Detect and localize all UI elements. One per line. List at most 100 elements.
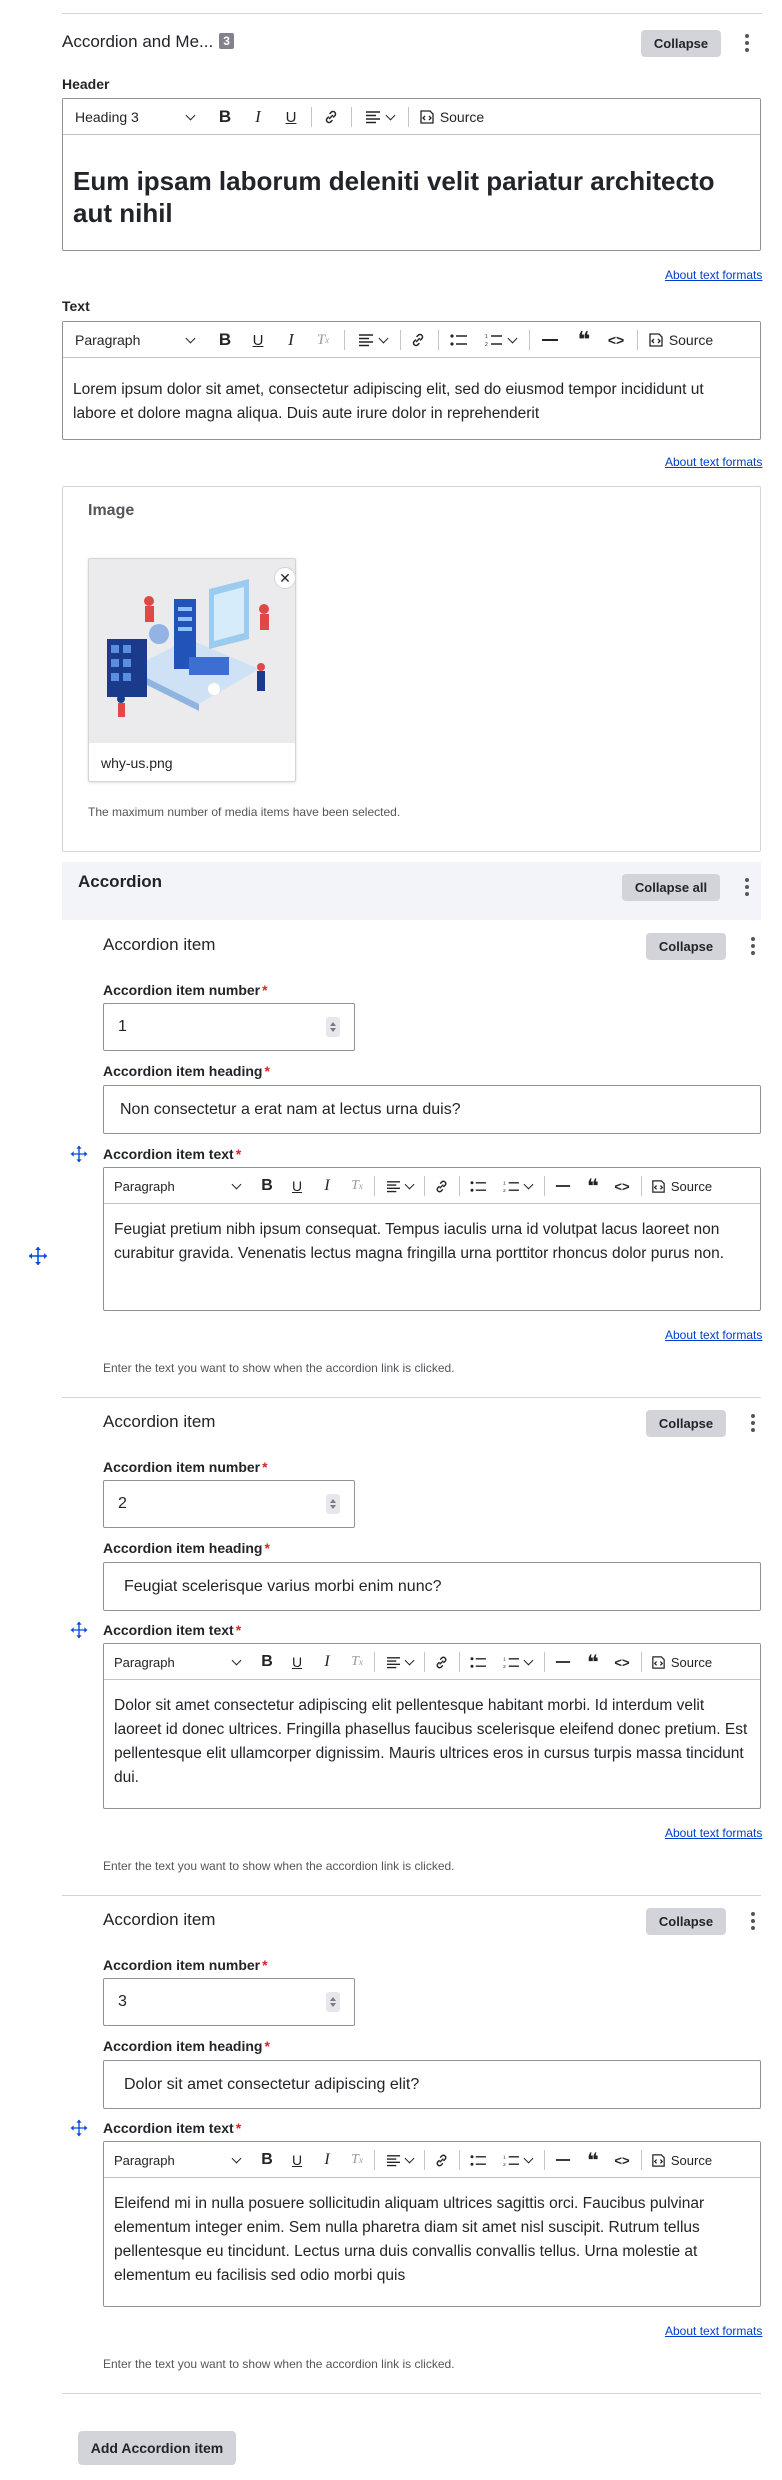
bold-icon[interactable]: B bbox=[213, 322, 237, 358]
item-heading-input[interactable]: Feugiat scelerisque varius morbi enim nu… bbox=[103, 1562, 761, 1611]
source-button[interactable]: Source bbox=[646, 1644, 716, 1680]
blockquote-icon[interactable]: ❝ bbox=[580, 1168, 606, 1204]
item-text-content[interactable]: Eleifend mi in nulla posuere sollicitudi… bbox=[104, 2192, 760, 2288]
item-text-content[interactable]: Dolor sit amet consectetur adipiscing el… bbox=[104, 1694, 760, 1790]
header-content[interactable]: Eum ipsam laborum deleniti velit pariatu… bbox=[63, 165, 760, 229]
format-dropdown[interactable]: Paragraph bbox=[114, 1644, 244, 1680]
remove-format-icon[interactable]: Tx bbox=[346, 1168, 368, 1204]
number-stepper-icon[interactable] bbox=[326, 1992, 340, 2012]
accordion-actions-icon[interactable] bbox=[740, 875, 754, 899]
bulleted-list-icon[interactable] bbox=[464, 2142, 492, 2178]
link-icon[interactable] bbox=[404, 322, 432, 358]
link-icon[interactable] bbox=[428, 1644, 454, 1680]
italic-icon[interactable]: I bbox=[316, 1168, 338, 1204]
horizontal-line-icon[interactable] bbox=[550, 1168, 576, 1204]
drag-handle-move-icon[interactable] bbox=[70, 1145, 88, 1163]
underline-icon[interactable]: U bbox=[286, 2142, 308, 2178]
accordion-item-collapse-button[interactable]: Collapse bbox=[646, 1410, 726, 1437]
blockquote-icon[interactable]: ❝ bbox=[580, 1644, 606, 1680]
code-icon[interactable]: <> bbox=[601, 322, 631, 358]
bold-icon[interactable]: B bbox=[256, 1168, 278, 1204]
add-accordion-item-button[interactable]: Add Accordion item bbox=[78, 2431, 236, 2465]
header-about-link[interactable]: About text formats bbox=[665, 268, 762, 282]
item-number-input[interactable]: 2 bbox=[103, 1480, 355, 1528]
bulleted-list-icon[interactable] bbox=[464, 1644, 492, 1680]
remove-format-icon[interactable]: Tx bbox=[346, 2142, 368, 2178]
numbered-list-icon[interactable]: 12 bbox=[496, 1168, 538, 1204]
number-stepper-icon[interactable] bbox=[326, 1494, 340, 1514]
link-icon[interactable] bbox=[317, 99, 345, 135]
source-button[interactable]: Source bbox=[646, 1168, 716, 1204]
block-title[interactable]: Accordion and Me... 3 bbox=[62, 32, 234, 52]
bold-icon[interactable]: B bbox=[256, 2142, 278, 2178]
item-number-input[interactable]: 3 bbox=[103, 1978, 355, 2026]
italic-icon[interactable]: I bbox=[316, 2142, 338, 2178]
bulleted-list-icon[interactable] bbox=[443, 322, 475, 358]
horizontal-line-icon[interactable] bbox=[535, 322, 565, 358]
block-actions-icon[interactable] bbox=[740, 31, 754, 55]
drag-handle-move-icon[interactable] bbox=[70, 1621, 88, 1639]
underline-icon[interactable]: U bbox=[286, 1644, 308, 1680]
item-text-content[interactable]: Feugiat pretium nibh ipsum consequat. Te… bbox=[104, 1218, 760, 1266]
blockquote-icon[interactable]: ❝ bbox=[580, 2142, 606, 2178]
collapse-all-button[interactable]: Collapse all bbox=[622, 874, 720, 901]
accordion-item-actions-icon[interactable] bbox=[746, 1411, 760, 1435]
italic-icon[interactable]: I bbox=[279, 322, 303, 358]
bold-icon[interactable]: B bbox=[256, 1644, 278, 1680]
italic-icon[interactable]: I bbox=[246, 99, 270, 135]
source-button[interactable]: Source bbox=[646, 2142, 716, 2178]
underline-icon[interactable]: U bbox=[279, 99, 303, 135]
underline-icon[interactable]: U bbox=[246, 322, 270, 358]
header-format-dropdown[interactable]: Heading 3 bbox=[75, 99, 200, 135]
item-number-input[interactable]: 1 bbox=[103, 1003, 355, 1051]
horizontal-line-icon[interactable] bbox=[550, 2142, 576, 2178]
underline-icon[interactable]: U bbox=[286, 1168, 308, 1204]
accordion-item-title[interactable]: Accordion item bbox=[103, 1412, 215, 1432]
number-stepper-icon[interactable] bbox=[326, 1017, 340, 1037]
accordion-item-collapse-button[interactable]: Collapse bbox=[646, 933, 726, 960]
code-icon[interactable]: <> bbox=[608, 1168, 636, 1204]
text-about-link[interactable]: About text formats bbox=[665, 455, 762, 469]
item-heading-input[interactable]: Dolor sit amet consectetur adipiscing el… bbox=[103, 2060, 761, 2109]
accordion-item-title[interactable]: Accordion item bbox=[103, 935, 215, 955]
blockquote-icon[interactable]: ❝ bbox=[569, 322, 599, 358]
italic-icon[interactable]: I bbox=[316, 1644, 338, 1680]
drag-handle-move-icon[interactable] bbox=[70, 2119, 88, 2137]
accordion-item-actions-icon[interactable] bbox=[746, 1909, 760, 1933]
accordion-item-actions-icon[interactable] bbox=[746, 934, 760, 958]
source-button[interactable]: Source bbox=[415, 99, 487, 135]
align-icon[interactable] bbox=[379, 1168, 419, 1204]
item-text-editor: Paragraph B U I Tx 12 ❝ <> Source Eleife… bbox=[103, 2141, 761, 2307]
code-icon[interactable]: <> bbox=[608, 2142, 636, 2178]
text-format-dropdown[interactable]: Paragraph bbox=[75, 322, 200, 358]
format-dropdown[interactable]: Paragraph bbox=[114, 1168, 244, 1204]
drag-handle-move-icon[interactable] bbox=[28, 1246, 48, 1266]
text-content[interactable]: Lorem ipsum dolor sit amet, consectetur … bbox=[63, 378, 760, 426]
format-dropdown[interactable]: Paragraph bbox=[114, 2142, 244, 2178]
item-about-link[interactable]: About text formats bbox=[665, 2324, 762, 2338]
item-heading-input[interactable]: Non consectetur a erat nam at lectus urn… bbox=[103, 1085, 761, 1134]
numbered-list-icon[interactable]: 12 bbox=[496, 2142, 538, 2178]
align-icon[interactable] bbox=[379, 1644, 419, 1680]
link-icon[interactable] bbox=[428, 2142, 454, 2178]
media-item[interactable]: ✕ why-us.png bbox=[88, 558, 296, 782]
numbered-list-icon[interactable]: 12 bbox=[496, 1644, 538, 1680]
block-collapse-button[interactable]: Collapse bbox=[641, 30, 721, 57]
source-button[interactable]: Source bbox=[643, 322, 717, 358]
bold-icon[interactable]: B bbox=[213, 99, 237, 135]
link-icon[interactable] bbox=[428, 1168, 454, 1204]
remove-format-icon[interactable]: Tx bbox=[311, 322, 335, 358]
align-icon[interactable] bbox=[350, 322, 394, 358]
item-about-link[interactable]: About text formats bbox=[665, 1328, 762, 1342]
remove-media-close-icon[interactable]: ✕ bbox=[274, 567, 296, 589]
align-icon[interactable] bbox=[379, 2142, 419, 2178]
numbered-list-icon[interactable]: 12 bbox=[477, 322, 523, 358]
item-about-link[interactable]: About text formats bbox=[665, 1826, 762, 1840]
horizontal-line-icon[interactable] bbox=[550, 1644, 576, 1680]
remove-format-icon[interactable]: Tx bbox=[346, 1644, 368, 1680]
accordion-item-title[interactable]: Accordion item bbox=[103, 1910, 215, 1930]
align-icon[interactable] bbox=[357, 99, 401, 135]
bulleted-list-icon[interactable] bbox=[464, 1168, 492, 1204]
accordion-item-collapse-button[interactable]: Collapse bbox=[646, 1908, 726, 1935]
code-icon[interactable]: <> bbox=[608, 1644, 636, 1680]
